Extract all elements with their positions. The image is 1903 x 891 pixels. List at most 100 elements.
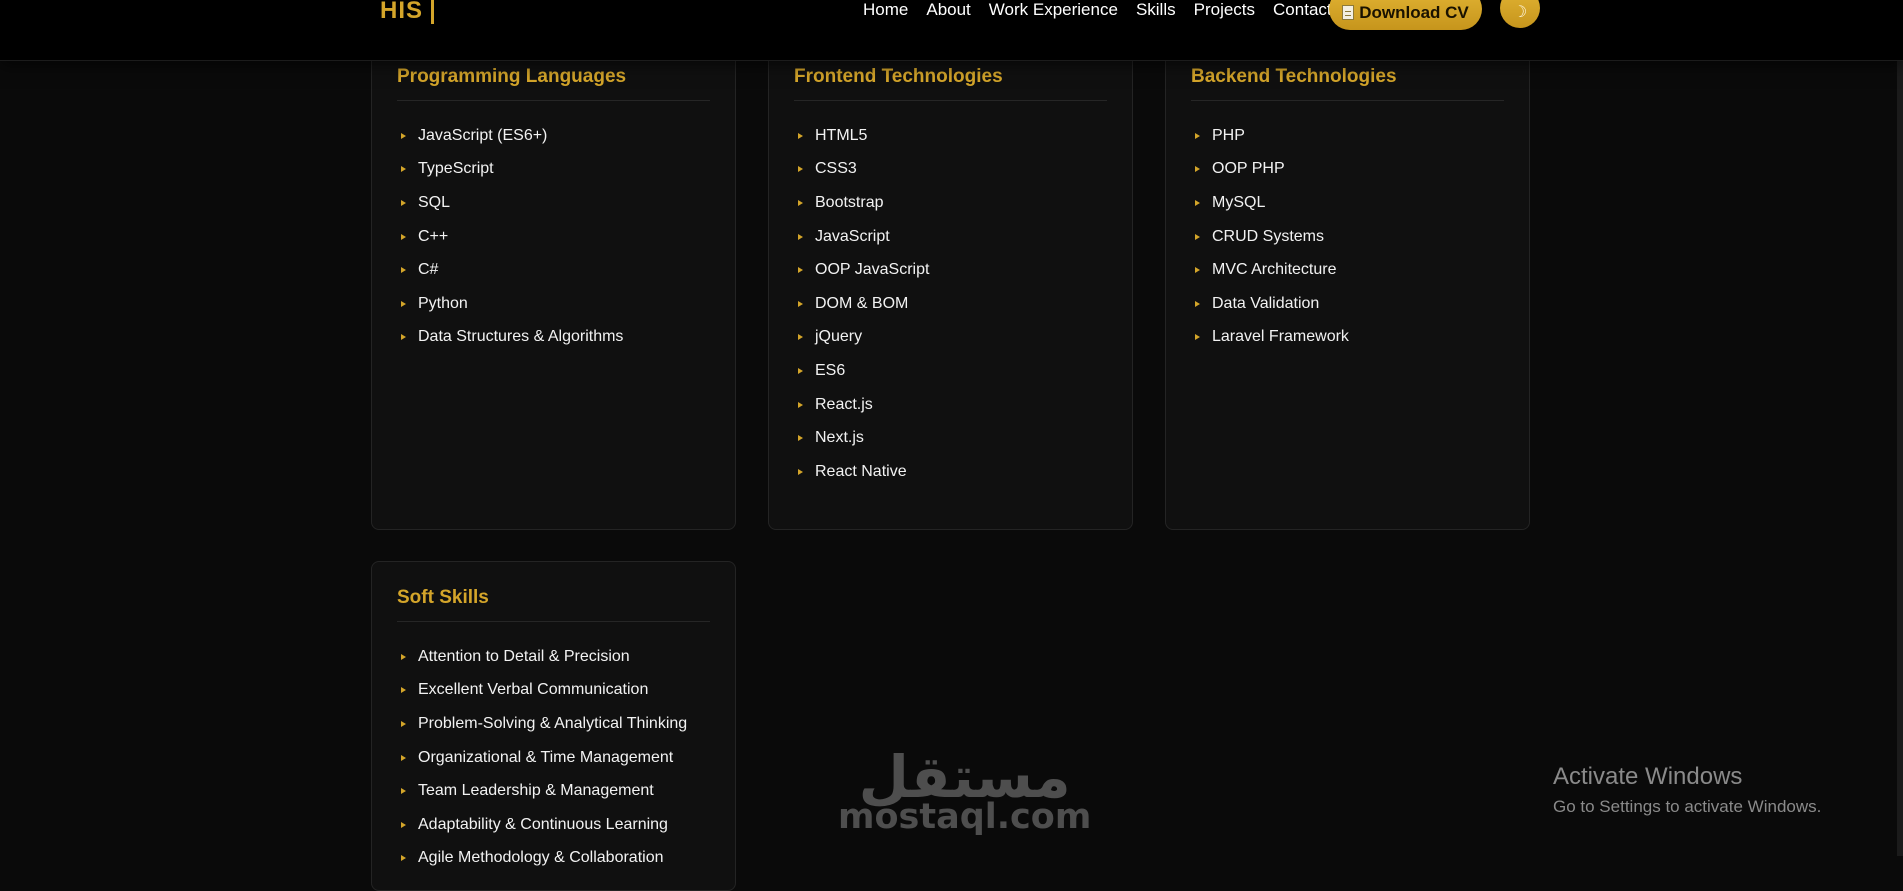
bullet-arrow-icon (401, 653, 406, 660)
skill-label: Excellent Verbal Communication (418, 681, 649, 699)
skill-item: Excellent Verbal Communication (397, 674, 687, 708)
skill-card-backend-technologies: Backend Technologies PHP OOP PHP MySQL C… (1165, 40, 1530, 530)
skill-label: CSS3 (815, 160, 857, 178)
nav-link-work-experience[interactable]: Work Experience (989, 0, 1118, 20)
windows-activation-notice: Activate Windows Go to Settings to activ… (1553, 763, 1821, 817)
bullet-arrow-icon (798, 267, 803, 274)
skill-item: React.js (794, 388, 929, 422)
bullet-arrow-icon (1195, 267, 1200, 274)
skill-item: Adaptability & Continuous Learning (397, 808, 687, 842)
bullet-arrow-icon (401, 855, 406, 862)
card-title: Backend Technologies (1191, 66, 1397, 87)
skill-item: DOM & BOM (794, 287, 929, 321)
skill-label: MVC Architecture (1212, 261, 1337, 279)
bullet-arrow-icon (798, 401, 803, 408)
skill-card-soft-skills: Soft Skills Attention to Detail & Precis… (371, 561, 736, 891)
skill-label: Team Leadership & Management (418, 782, 654, 800)
mostaql-latin-text: mostaql.com (838, 797, 1092, 837)
download-cv-label: Download CV (1359, 2, 1469, 22)
skill-label: Bootstrap (815, 193, 884, 211)
nav-links: Home About Work Experience Skills Projec… (863, 0, 1350, 20)
bullet-arrow-icon (798, 199, 803, 206)
skill-item: OOP PHP (1191, 153, 1349, 187)
skill-item: JavaScript (ES6+) (397, 119, 623, 153)
skill-list: Attention to Detail & Precision Excellen… (397, 640, 687, 875)
bullet-arrow-icon (798, 233, 803, 240)
skill-item: Attention to Detail & Precision (397, 640, 687, 674)
skill-item: jQuery (794, 321, 929, 355)
bullet-arrow-icon (401, 720, 406, 727)
skill-list: PHP OOP PHP MySQL CRUD Systems MVC Archi… (1191, 119, 1349, 354)
nav-link-home[interactable]: Home (863, 0, 908, 20)
bullet-arrow-icon (798, 132, 803, 139)
bullet-arrow-icon (798, 367, 803, 374)
skill-label: React Native (815, 462, 907, 480)
bullet-arrow-icon (401, 300, 406, 307)
skill-label: OOP PHP (1212, 160, 1285, 178)
bullet-arrow-icon (1195, 166, 1200, 173)
mostaql-watermark: مستقل mostaql.com (838, 748, 1091, 835)
skill-item: Data Structures & Algorithms (397, 321, 623, 355)
bullet-arrow-icon (401, 754, 406, 761)
skill-label: HTML5 (815, 126, 868, 144)
bullet-arrow-icon (1195, 300, 1200, 307)
bullet-arrow-icon (401, 687, 406, 694)
skill-label: ES6 (815, 361, 846, 379)
navbar: HIS Home About Work Experience Skills Pr… (0, 0, 1903, 61)
skill-item: JavaScript (794, 220, 929, 254)
skill-card-programming-languages: Programming Languages JavaScript (ES6+) … (371, 40, 736, 530)
skill-label: Python (418, 294, 468, 312)
bullet-arrow-icon (401, 199, 406, 206)
bullet-arrow-icon (401, 233, 406, 240)
skill-label: C# (418, 261, 439, 279)
skill-item: C++ (397, 220, 623, 254)
theme-toggle-button[interactable]: ☽ (1500, 0, 1540, 28)
nav-link-about[interactable]: About (926, 0, 970, 20)
skill-label: React.js (815, 395, 873, 413)
skill-label: C++ (418, 227, 449, 245)
download-cv-button[interactable]: Download CV (1329, 0, 1482, 30)
skill-item: Bootstrap (794, 186, 929, 220)
skill-item: ES6 (794, 354, 929, 388)
skill-item: Problem-Solving & Analytical Thinking (397, 707, 687, 741)
site-logo[interactable]: HIS (380, 0, 435, 25)
nav-link-contact[interactable]: Contact (1273, 0, 1332, 20)
bullet-arrow-icon (798, 334, 803, 341)
bullet-arrow-icon (1195, 132, 1200, 139)
skill-item: Python (397, 287, 623, 321)
moon-icon: ☽ (1512, 4, 1528, 21)
logo-text: HIS (380, 0, 424, 24)
skill-label: Organizational & Time Management (418, 748, 674, 766)
card-divider (397, 100, 710, 101)
skill-item: Team Leadership & Management (397, 774, 687, 808)
skill-item: React Native (794, 455, 929, 489)
bullet-arrow-icon (798, 468, 803, 475)
skill-label: Agile Methodology & Collaboration (418, 849, 664, 867)
skill-item: CRUD Systems (1191, 220, 1349, 254)
skill-item: SQL (397, 186, 623, 220)
activation-subtitle: Go to Settings to activate Windows. (1553, 797, 1822, 816)
nav-link-skills[interactable]: Skills (1136, 0, 1176, 20)
bullet-arrow-icon (1195, 233, 1200, 240)
bullet-arrow-icon (798, 300, 803, 307)
bullet-arrow-icon (401, 788, 406, 795)
nav-link-projects[interactable]: Projects (1194, 0, 1255, 20)
skill-label: Data Validation (1212, 294, 1320, 312)
window-scrollbar[interactable] (1897, 0, 1903, 856)
skill-label: jQuery (815, 328, 863, 346)
logo-cursor (431, 0, 435, 24)
bullet-arrow-icon (1195, 334, 1200, 341)
bullet-arrow-icon (1195, 199, 1200, 206)
skill-item: MySQL (1191, 186, 1349, 220)
skill-item: OOP JavaScript (794, 253, 929, 287)
document-icon (1342, 5, 1355, 20)
skill-card-frontend-technologies: Frontend Technologies HTML5 CSS3 Bootstr… (768, 40, 1133, 530)
skill-item: C# (397, 253, 623, 287)
skill-label: Adaptability & Continuous Learning (418, 815, 668, 833)
skill-label: JavaScript (ES6+) (418, 126, 548, 144)
bullet-arrow-icon (401, 334, 406, 341)
skill-label: Attention to Detail & Precision (418, 647, 630, 665)
skill-label: Problem-Solving & Analytical Thinking (418, 714, 688, 732)
skill-label: TypeScript (418, 160, 494, 178)
skill-item: Agile Methodology & Collaboration (397, 842, 687, 876)
